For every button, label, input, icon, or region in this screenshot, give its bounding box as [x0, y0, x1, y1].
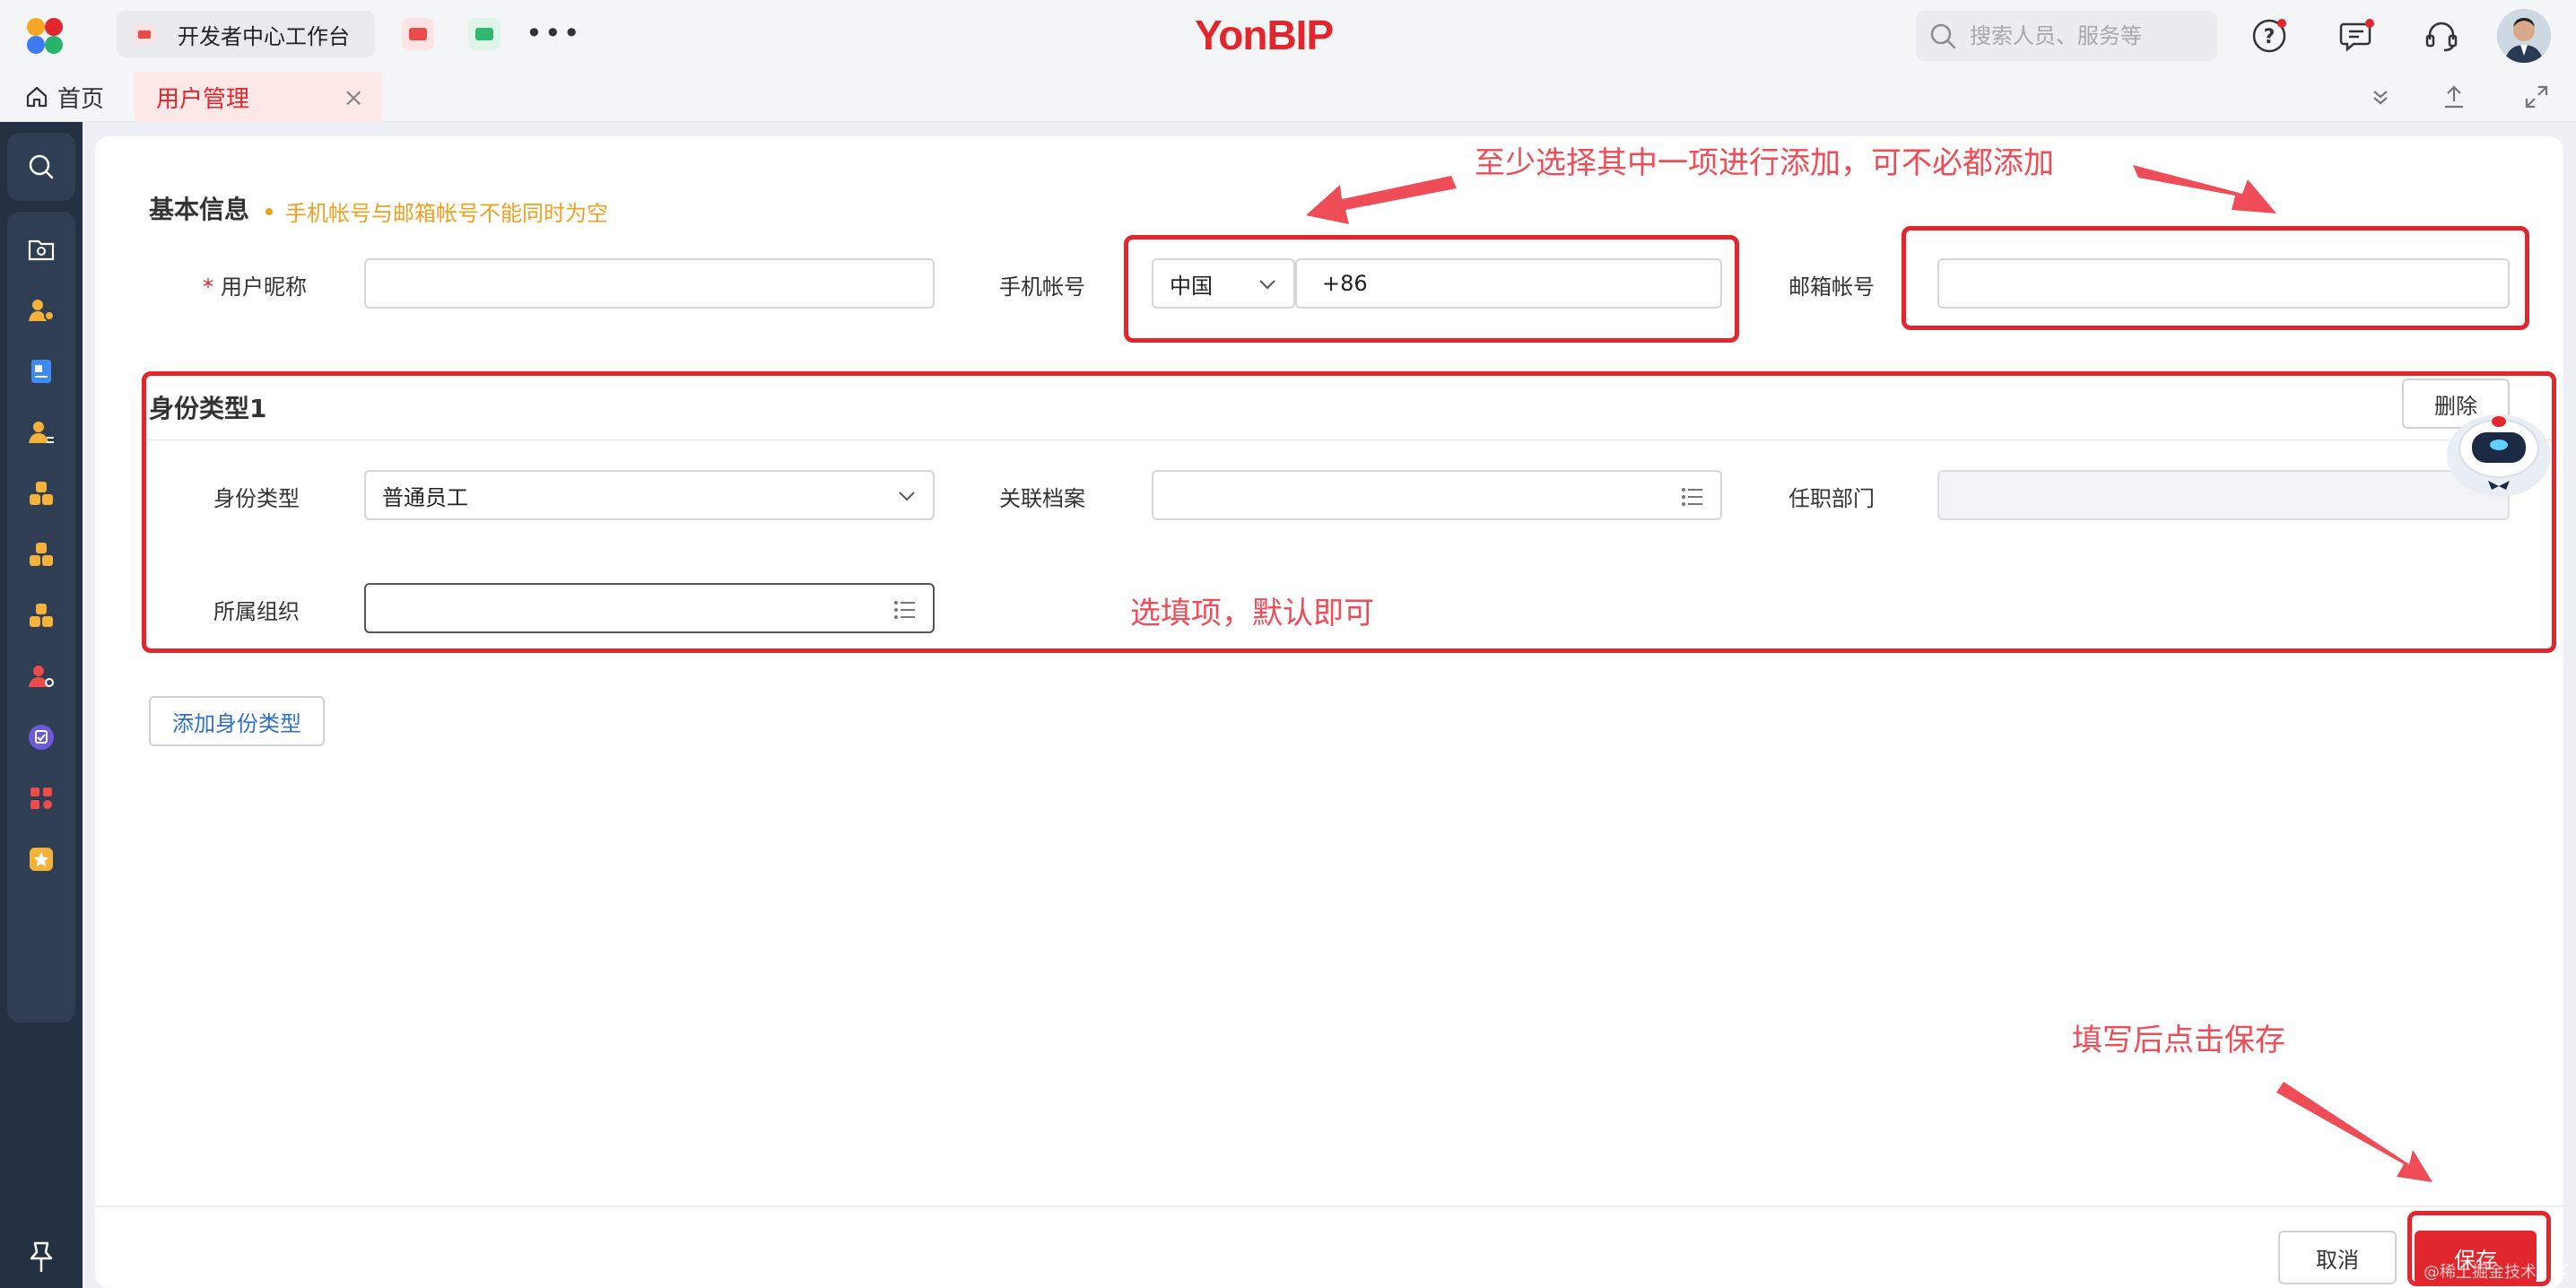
- home-icon: [26, 86, 48, 108]
- message-icon: [2339, 19, 2374, 52]
- cubes-icon: [30, 604, 53, 627]
- annotation-box-email: [1902, 226, 2529, 330]
- cubes-icon: [30, 482, 53, 505]
- tab-user-management-label: 用户管理: [156, 85, 250, 113]
- phone-label: 手机帐号: [999, 274, 1085, 300]
- email-label: 邮箱帐号: [1788, 274, 1875, 300]
- workbench-tab-label: 开发者中心工作台: [178, 23, 350, 49]
- brand-logo: YonBIP: [1195, 12, 1334, 58]
- sidebar-item-star[interactable]: [23, 841, 59, 877]
- annotation-top-note: 至少选择其中一项进行添加，可不必都添加: [1475, 145, 2054, 181]
- sidebar-item-cubes-2[interactable]: [23, 536, 59, 572]
- cancel-button[interactable]: 取消: [2278, 1231, 2397, 1284]
- workbench-tab[interactable]: 开发者中心工作台: [117, 11, 375, 57]
- tab-list-button[interactable]: [2363, 79, 2398, 115]
- headset-icon: [2425, 22, 2458, 52]
- global-search[interactable]: [1916, 11, 2217, 61]
- search-icon: [29, 154, 54, 179]
- help-icon: ?: [2252, 19, 2286, 53]
- warning-dot: [265, 207, 273, 215]
- card-icon: [409, 28, 427, 40]
- sidebar-item-grid[interactable]: [23, 780, 59, 816]
- document-icon: [31, 360, 51, 383]
- app-tab-red[interactable]: [402, 18, 434, 50]
- tab-user-management[interactable]: 用户管理 ×: [135, 72, 382, 122]
- user-avatar-icon: [2497, 9, 2551, 63]
- basic-info-note: 手机帐号与邮箱帐号不能同时为空: [265, 196, 608, 227]
- upload-icon: [2445, 85, 2463, 109]
- star-icon: [30, 848, 53, 871]
- support-button[interactable]: [2422, 16, 2461, 56]
- share-button[interactable]: [2436, 79, 2472, 115]
- grid-icon: [30, 788, 52, 809]
- sidebar-search-button[interactable]: [7, 133, 75, 201]
- fullscreen-button[interactable]: [2519, 79, 2554, 115]
- sidebar-item-calendar[interactable]: [23, 719, 59, 755]
- folder-star-icon: [28, 239, 55, 261]
- sidebar-item-users[interactable]: [23, 292, 59, 328]
- user-list-icon: [29, 422, 54, 443]
- close-tab-icon[interactable]: ×: [344, 83, 364, 112]
- expand-icon: [2525, 85, 2548, 109]
- cubes-icon: [30, 543, 53, 566]
- sidebar-item-document[interactable]: [23, 353, 59, 389]
- tab-strip: 首页 用户管理 ×: [0, 72, 2576, 122]
- search-input[interactable]: [1970, 23, 2203, 48]
- annotation-optional-note: 选填项，默认即可: [1130, 596, 1374, 631]
- nickname-label-text: 用户昵称: [221, 274, 307, 300]
- nickname-input[interactable]: [364, 258, 935, 309]
- sidebar-item-profile[interactable]: [23, 414, 59, 450]
- left-sidebar: [0, 122, 83, 1288]
- top-bar: 开发者中心工作台 ••• YonBIP ?: [0, 0, 2576, 72]
- annotation-save-note: 填写后点击保存: [2072, 1023, 2285, 1058]
- annotation-box-save: [2407, 1211, 2551, 1286]
- sidebar-app-group: [7, 212, 75, 1023]
- nickname-label: * 用户昵称: [179, 269, 307, 300]
- more-tabs-button[interactable]: •••: [526, 16, 582, 50]
- required-mark: *: [203, 274, 213, 300]
- workbench-icon: [133, 24, 156, 44]
- add-identity-button[interactable]: 添加身份类型: [149, 696, 325, 746]
- app-tab-green[interactable]: [468, 18, 500, 50]
- pin-icon[interactable]: [22, 1238, 61, 1277]
- sidebar-item-user-settings[interactable]: [23, 658, 59, 694]
- svg-text:?: ?: [2264, 26, 2276, 48]
- double-chevron-down-icon: [2373, 91, 2388, 105]
- app-launcher-icon[interactable]: [23, 16, 66, 56]
- annotation-box-phone: [1124, 235, 1739, 343]
- chart-icon: [475, 28, 493, 40]
- calendar-check-icon: [29, 725, 54, 750]
- sidebar-item-cubes-1[interactable]: [23, 475, 59, 511]
- basic-info-note-text: 手机帐号与邮箱帐号不能同时为空: [285, 201, 608, 226]
- tab-home[interactable]: 首页: [25, 72, 104, 122]
- footer-divider: [95, 1205, 2563, 1207]
- sidebar-item-folder[interactable]: [23, 231, 59, 267]
- messages-button[interactable]: [2337, 16, 2377, 56]
- help-button[interactable]: ?: [2250, 16, 2289, 56]
- tab-home-label: 首页: [57, 85, 105, 113]
- search-icon: [1930, 23, 1956, 49]
- user-avatar[interactable]: [2497, 9, 2551, 63]
- user-settings-icon: [29, 666, 54, 687]
- basic-info-title: 基本信息: [149, 195, 250, 224]
- users-gear-icon: [29, 300, 55, 321]
- sidebar-item-cubes-3[interactable]: [23, 597, 59, 633]
